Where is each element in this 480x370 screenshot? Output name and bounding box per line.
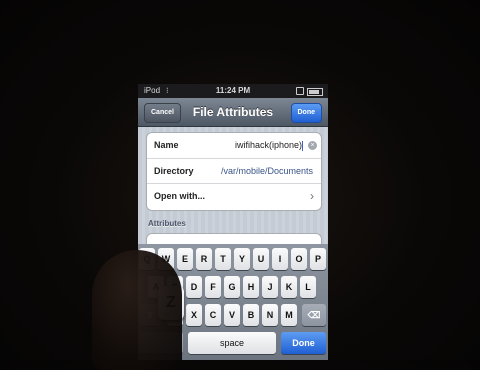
directory-row: Directory /var/mobile/Documents <box>147 158 321 184</box>
key-j[interactable]: J <box>262 276 278 298</box>
key-k[interactable]: K <box>281 276 297 298</box>
open-with-label: Open with... <box>154 191 205 201</box>
key-o[interactable]: O <box>291 248 307 270</box>
key-y[interactable]: Y <box>234 248 250 270</box>
key-h[interactable]: H <box>243 276 259 298</box>
chevron-right-icon: › <box>310 189 314 203</box>
battery-icon <box>307 88 323 96</box>
user-hand <box>92 250 182 370</box>
space-key[interactable]: space <box>188 332 276 354</box>
clear-text-icon[interactable]: × <box>308 141 317 150</box>
settings-content: Name iwifihack(iphone) × Directory /var/… <box>138 127 328 249</box>
open-with-row[interactable]: Open with... › <box>147 183 321 209</box>
done-button[interactable]: Done <box>290 103 322 123</box>
name-field[interactable]: iwifihack(iphone) <box>235 133 303 158</box>
lock-icon <box>296 87 304 95</box>
directory-label: Directory <box>154 166 194 176</box>
backspace-icon[interactable]: ⌫ <box>302 304 326 326</box>
name-row[interactable]: Name iwifihack(iphone) × <box>147 133 321 158</box>
status-bar: iPod ⁝ 11:24 PM <box>138 84 328 98</box>
key-m[interactable]: M <box>281 304 297 326</box>
key-u[interactable]: U <box>253 248 269 270</box>
key-n[interactable]: N <box>262 304 278 326</box>
navigation-bar: File Attributes Cancel Done <box>138 98 328 127</box>
key-r[interactable]: R <box>196 248 212 270</box>
text-cursor <box>302 140 303 151</box>
key-b[interactable]: B <box>243 304 259 326</box>
key-v[interactable]: V <box>224 304 240 326</box>
key-t[interactable]: T <box>215 248 231 270</box>
keyboard-done-key[interactable]: Done <box>281 332 326 354</box>
name-field-text: iwifihack(iphone) <box>234 140 302 150</box>
name-label: Name <box>154 140 179 150</box>
key-l[interactable]: L <box>300 276 316 298</box>
directory-value: /var/mobile/Documents <box>220 166 313 176</box>
key-i[interactable]: I <box>272 248 288 270</box>
file-info-group: Name iwifihack(iphone) × Directory /var/… <box>146 132 322 211</box>
key-e[interactable]: E <box>177 248 193 270</box>
cancel-button[interactable]: Cancel <box>144 103 181 123</box>
key-d[interactable]: D <box>186 276 202 298</box>
key-g[interactable]: G <box>224 276 240 298</box>
key-p[interactable]: P <box>310 248 326 270</box>
key-f[interactable]: F <box>205 276 221 298</box>
key-x[interactable]: X <box>186 304 202 326</box>
attributes-section-header: Attributes <box>148 219 186 228</box>
key-c[interactable]: C <box>205 304 221 326</box>
